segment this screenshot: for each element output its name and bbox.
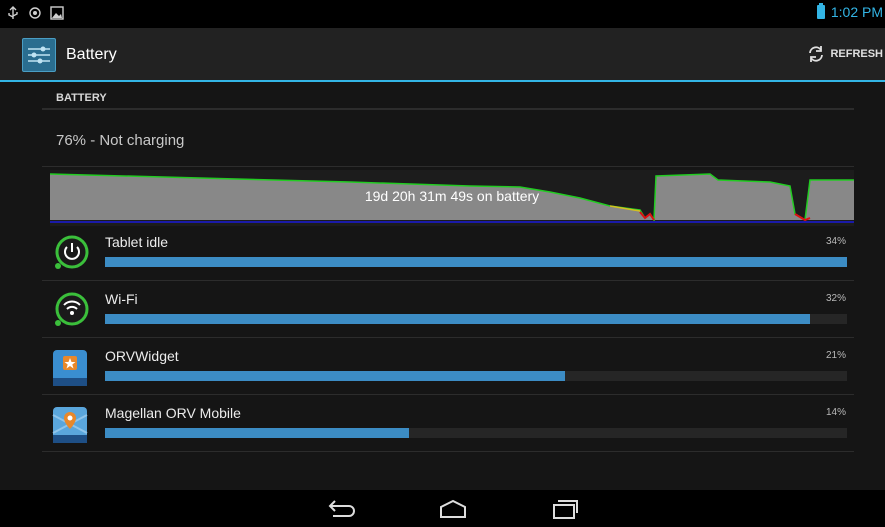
usage-name: ORVWidget (105, 348, 179, 364)
recent-apps-icon[interactable] (548, 498, 580, 520)
refresh-icon (809, 46, 824, 62)
usage-name: Tablet idle (105, 234, 169, 250)
usage-bar-track (105, 428, 847, 438)
battery-history-graph[interactable]: 19d 20h 31m 49s on battery (49, 170, 854, 226)
page-title: Battery (66, 46, 117, 63)
wifi-icon (55, 292, 89, 326)
usage-percent: 32% (825, 293, 846, 304)
battery-status-icon (816, 3, 825, 19)
battery-content: BATTERY 76% - Not charging 19d 20h 31m 4… (0, 82, 885, 490)
status-bar: 1:02 PM (0, 0, 885, 28)
usage-name: Wi-Fi (105, 291, 138, 307)
usage-bar-track (105, 314, 847, 324)
usage-bar-fill (105, 428, 410, 438)
usage-name: Magellan ORV Mobile (105, 405, 241, 421)
usage-percent: 14% (825, 407, 846, 418)
time-on-battery: 19d 20h 31m 49s on battery (364, 188, 540, 204)
section-header-label: BATTERY (56, 92, 107, 104)
usage-bar-track (105, 257, 847, 267)
section-header: BATTERY (42, 82, 854, 110)
refresh-button[interactable]: REFRESH (806, 44, 883, 64)
android-screen: 1:02 PM Battery REFRESH BATTERY 76% - No… (0, 0, 885, 527)
usb-icon (8, 6, 18, 19)
usage-row-wifi[interactable]: Wi-Fi 32% (42, 281, 854, 338)
usage-percent: 21% (825, 350, 846, 361)
usage-percent: 34% (825, 236, 846, 247)
navigation-bar (0, 490, 885, 527)
orvwidget-app-icon (53, 350, 87, 386)
back-icon[interactable] (325, 498, 357, 520)
power-icon (55, 235, 89, 269)
usage-bar-track (105, 371, 847, 381)
notification-icons (6, 6, 64, 20)
refresh-label: REFRESH (830, 48, 883, 60)
magellan-orv-app-icon (52, 407, 88, 443)
settings-sliders-icon[interactable] (22, 38, 56, 72)
usage-row-tablet-idle[interactable]: Tablet idle 34% (42, 224, 854, 281)
clock: 1:02 PM (830, 4, 883, 20)
usage-row-orvwidget[interactable]: ORVWidget 21% (42, 338, 854, 395)
status-right: 1:02 PM (816, 3, 883, 20)
usage-row-magellan-orv-mobile[interactable]: Magellan ORV Mobile 14% (42, 395, 854, 452)
usage-bar-fill (105, 314, 810, 324)
battery-status-row: 76% - Not charging (42, 122, 854, 167)
usage-bar-fill (105, 257, 847, 267)
usage-bar-fill (105, 371, 566, 381)
action-bar: Battery REFRESH (0, 28, 885, 82)
image-icon (50, 6, 64, 20)
battery-status-text: 76% - Not charging (56, 132, 185, 149)
home-icon[interactable] (437, 498, 469, 520)
gps-icon (29, 7, 41, 19)
